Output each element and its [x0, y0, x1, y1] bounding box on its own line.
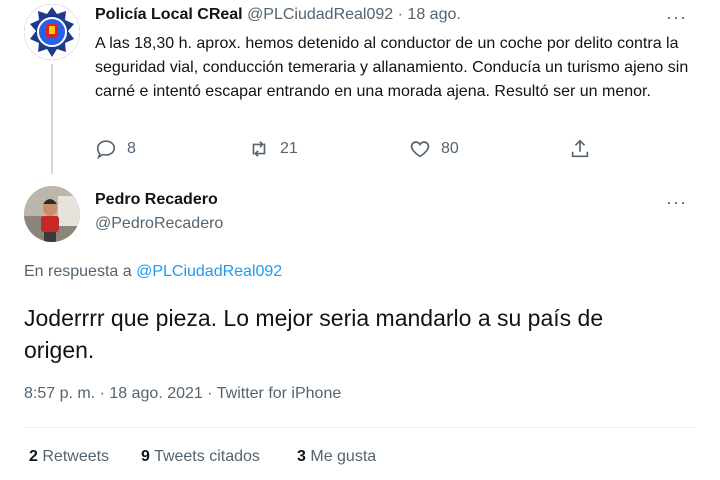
quoted-tweet-text: A las 18,30 h. aprox. hemos detenido al … [95, 35, 689, 100]
like-count: 80 [441, 140, 459, 157]
tweet-source[interactable]: Twitter for iPhone [217, 385, 342, 402]
reply-tweet-text: Joderrrr que pieza. Lo mejor seria manda… [24, 305, 604, 363]
retweet-action[interactable]: 21 [248, 138, 298, 160]
reply-count: 8 [127, 140, 136, 157]
quotes-stat-count: 9 [141, 448, 150, 465]
reply-action[interactable]: 8 [95, 138, 136, 160]
tweet-metadata: 8:57 p. m. · 18 ago. 2021 · Twitter for … [24, 385, 341, 403]
share-action[interactable] [569, 138, 591, 160]
author-name[interactable]: Policía Local CReal [95, 6, 243, 23]
stats-divider-top [24, 427, 696, 428]
like-action[interactable]: 80 [409, 138, 459, 160]
retweets-stat-label: Retweets [42, 448, 110, 465]
meta-separator: · [207, 385, 213, 402]
quotes-stat-label: Tweets citados [154, 448, 260, 465]
more-options-icon[interactable]: ··· [666, 8, 687, 26]
police-badge-icon [24, 4, 80, 60]
meta-separator: · [99, 385, 105, 402]
share-icon [571, 139, 589, 158]
likes-stat-count: 3 [297, 448, 306, 465]
heart-icon [410, 141, 430, 158]
retweets-stat-count: 2 [29, 448, 38, 465]
reply-author-name[interactable]: Pedro Recadero [95, 191, 218, 209]
reply-author-handle[interactable]: @PedroRecadero [95, 215, 223, 233]
reply-prefix: En respuesta a [24, 263, 132, 280]
pedro-avatar[interactable] [24, 186, 80, 242]
retweets-stat[interactable]: 2 Retweets [29, 448, 109, 466]
quoted-tweet-header: Policía Local CReal @PLCiudadReal092 · 1… [95, 6, 461, 24]
header-separator: · [397, 6, 403, 23]
police-avatar[interactable] [24, 4, 80, 60]
quotes-stat[interactable]: 9 Tweets citados [141, 448, 260, 466]
tweet-full-date[interactable]: 18 ago. 2021 [109, 385, 202, 402]
reply-icon [96, 140, 116, 160]
reply-context: En respuesta a @PLCiudadReal092 [24, 263, 282, 281]
reply-to-link[interactable]: @PLCiudadReal092 [136, 263, 282, 280]
profile-photo-icon [24, 186, 80, 242]
likes-stat[interactable]: 3 Me gusta [297, 448, 376, 466]
reply-more-options-icon[interactable]: ··· [666, 193, 687, 211]
tweet-date[interactable]: 18 ago. [407, 6, 460, 23]
author-handle[interactable]: @PLCiudadReal092 [247, 6, 393, 23]
retweet-icon [252, 141, 266, 157]
likes-stat-label: Me gusta [310, 448, 377, 465]
retweet-count: 21 [280, 140, 298, 157]
thread-connector-line [51, 64, 53, 174]
tweet-time[interactable]: 8:57 p. m. [24, 385, 95, 402]
